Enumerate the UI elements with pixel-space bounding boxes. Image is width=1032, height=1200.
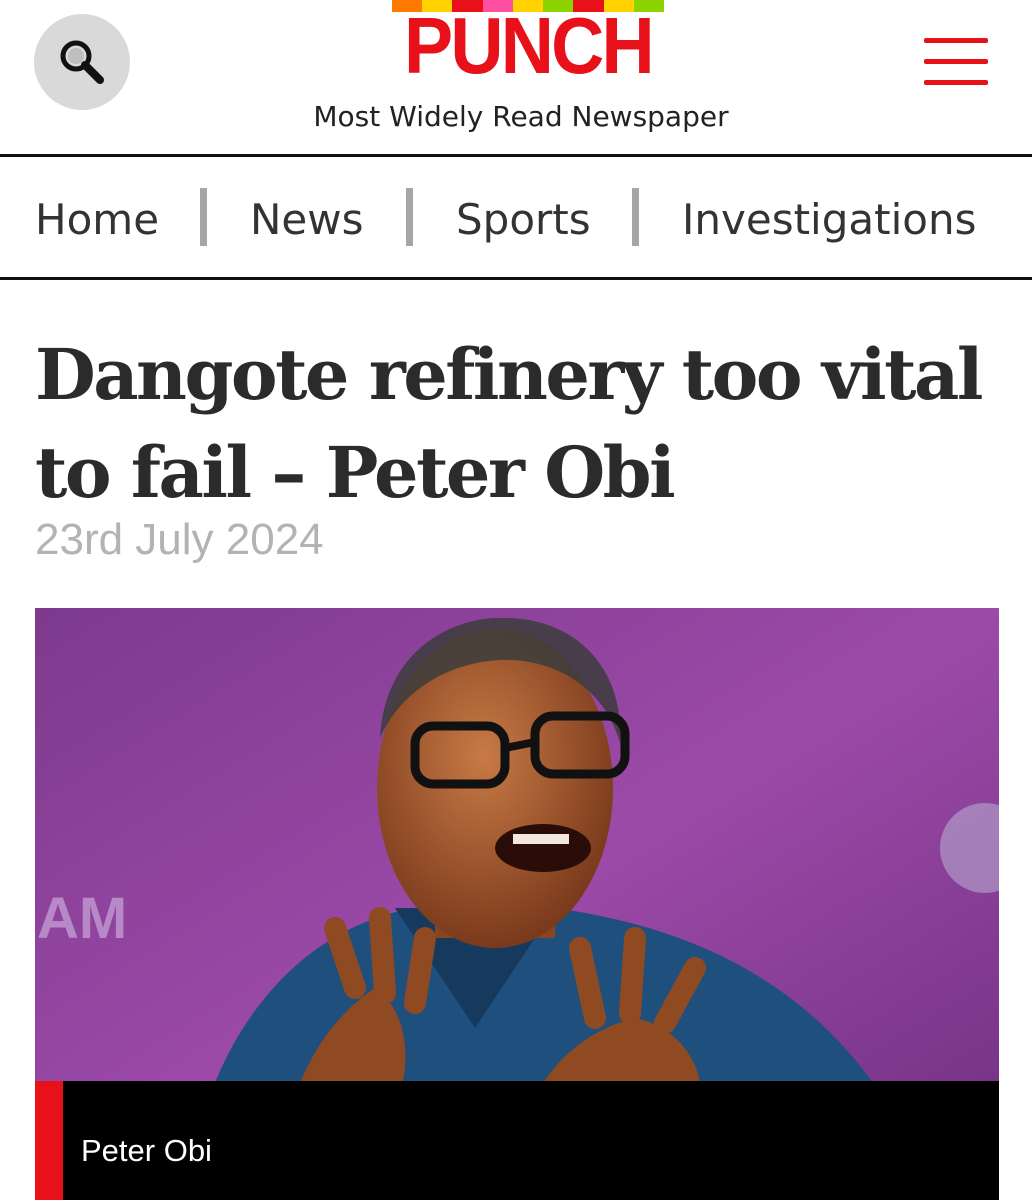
article-date: 23rd July 2024 xyxy=(35,515,324,564)
menu-button[interactable] xyxy=(924,36,988,88)
logo-wordmark: PUNCH xyxy=(404,1,655,90)
article-headline: Dangote refinery too vital to fail – Pet… xyxy=(35,333,983,514)
nav-divider xyxy=(0,277,1032,280)
site-tagline: Most Widely Read Newspaper xyxy=(313,100,729,133)
photo-caption-bar: Peter Obi xyxy=(35,1081,999,1200)
nav-separator xyxy=(200,188,207,246)
main-nav: Home News Sports Investigations xyxy=(0,157,1032,278)
hamburger-menu-icon xyxy=(924,38,988,43)
nav-separator xyxy=(406,188,413,246)
nav-item-investigations[interactable]: Investigations xyxy=(682,195,976,245)
hamburger-menu-icon-line xyxy=(924,59,988,64)
nav-separator xyxy=(632,188,639,246)
photo-caption: Peter Obi xyxy=(81,1133,212,1168)
caption-accent xyxy=(35,1081,63,1200)
nav-item-news[interactable]: News xyxy=(250,195,364,245)
site-header: PUNCH Most Widely Read Newspaper xyxy=(0,0,1032,157)
nav-item-sports[interactable]: Sports xyxy=(456,195,591,245)
search-icon xyxy=(60,40,104,84)
svg-text:AM: AM xyxy=(37,886,127,951)
search-button[interactable] xyxy=(34,14,130,110)
nav-item-home[interactable]: Home xyxy=(35,195,159,245)
hamburger-menu-icon-line xyxy=(924,80,988,85)
punch-logo[interactable]: PUNCH xyxy=(392,0,664,90)
